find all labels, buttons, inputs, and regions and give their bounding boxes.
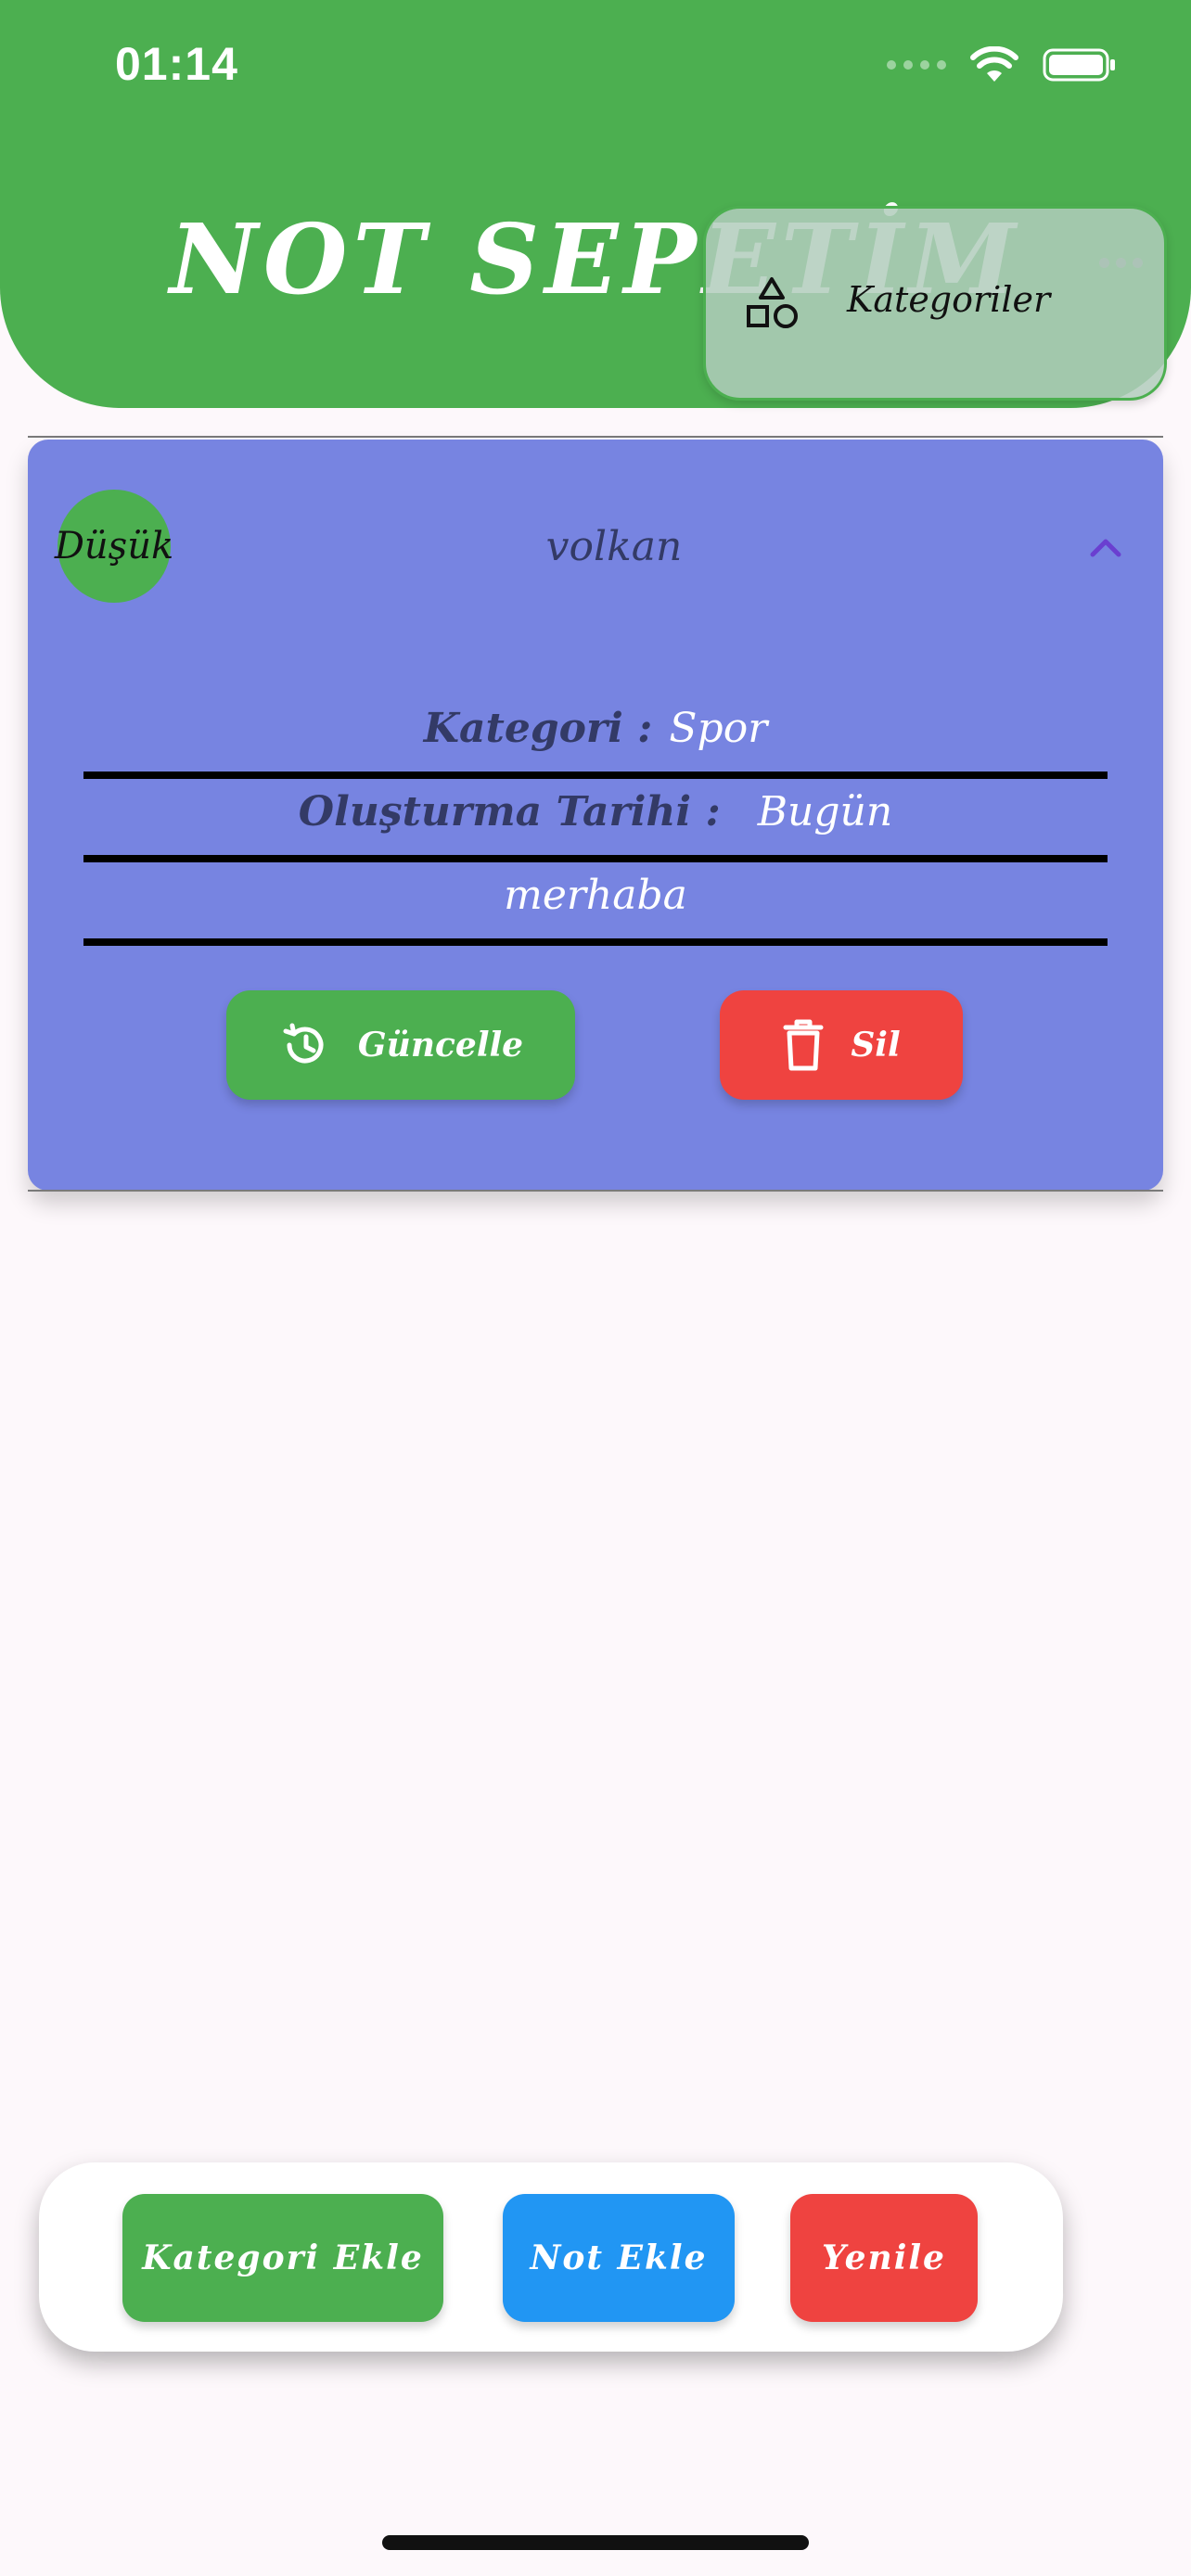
delete-button[interactable]: Sil — [720, 990, 963, 1100]
date-value: Bugün — [757, 788, 893, 835]
refresh-button[interactable]: Yenile — [790, 2194, 978, 2322]
trash-icon — [783, 1019, 824, 1071]
shapes-icon — [747, 277, 798, 328]
note-content: merhaba — [504, 872, 687, 919]
row-divider — [83, 772, 1108, 779]
bottom-action-bar: Kategori Ekle Not Ekle Yenile — [39, 2162, 1063, 2352]
delete-label: Sil — [851, 1026, 901, 1065]
category-value: Spor — [669, 705, 768, 752]
menu-item-label: Kategoriler — [847, 279, 1051, 320]
status-time: 01:14 — [115, 38, 238, 90]
status-icons — [887, 46, 1117, 83]
battery-icon — [1043, 48, 1115, 82]
note-card: Düşük volkan Kategori : Spor Oluşturma Ta… — [28, 440, 1163, 1191]
add-category-button[interactable]: Kategori Ekle — [122, 2194, 443, 2322]
history-icon — [283, 1023, 324, 1064]
update-label: Güncelle — [357, 1026, 524, 1065]
divider — [28, 436, 1163, 438]
update-button[interactable]: Güncelle — [226, 990, 575, 1100]
row-divider — [83, 855, 1108, 862]
date-row: Oluşturma Tarihi : Bugün — [83, 788, 1108, 835]
content-row: merhaba — [83, 872, 1108, 919]
category-key: Kategori : — [423, 705, 653, 752]
divider — [28, 1190, 1163, 1192]
cellular-signal-icon — [887, 60, 946, 70]
popup-menu: Kategoriler — [703, 206, 1167, 401]
add-note-button[interactable]: Not Ekle — [503, 2194, 735, 2322]
note-title: volkan — [545, 523, 683, 570]
wifi-icon — [970, 46, 1018, 82]
home-indicator[interactable] — [382, 2535, 809, 2550]
category-row: Kategori : Spor — [83, 705, 1108, 752]
date-key: Oluşturma Tarihi : — [298, 788, 721, 835]
row-divider — [83, 938, 1108, 946]
chevron-up-icon[interactable] — [1089, 536, 1122, 558]
